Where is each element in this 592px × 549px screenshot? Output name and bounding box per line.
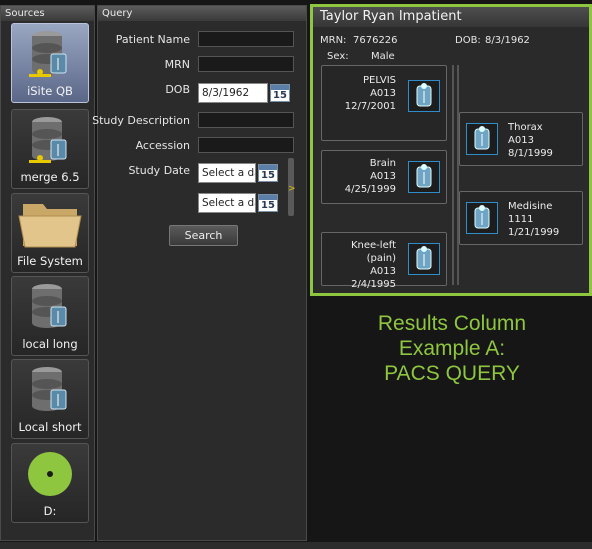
calendar-icon[interactable]: 15 bbox=[270, 84, 290, 102]
study-code: A013 bbox=[370, 171, 396, 182]
database-icon bbox=[29, 117, 67, 163]
dob-label: DOB bbox=[165, 83, 190, 96]
sex-label: Sex: bbox=[327, 51, 349, 62]
query-header: Query bbox=[98, 6, 306, 21]
accession-label: Accession bbox=[135, 139, 190, 152]
study-code: A013 bbox=[508, 135, 534, 146]
study-description-input[interactable] bbox=[198, 112, 294, 128]
study-thumbnail-icon bbox=[408, 243, 440, 275]
dob-value: 8/3/1962 bbox=[485, 35, 530, 46]
patient-name-input[interactable] bbox=[198, 31, 294, 47]
study-description: Medisine bbox=[508, 201, 553, 212]
source-label: Local short bbox=[18, 420, 82, 434]
study-card[interactable]: Brain A013 4/25/1999 bbox=[321, 150, 447, 204]
source-label: local long bbox=[22, 337, 78, 351]
mrn-value: 7676226 bbox=[353, 35, 398, 46]
results-panel: Taylor Ryan Impatient MRN: 7676226 DOB: … bbox=[310, 4, 592, 296]
database-icon bbox=[32, 284, 67, 328]
source-merge[interactable]: merge 6.5 bbox=[11, 109, 89, 189]
source-disc-d[interactable]: D: bbox=[11, 443, 89, 523]
database-icon bbox=[32, 367, 67, 411]
study-card[interactable]: Medisine 1111 1/21/1999 bbox=[459, 191, 583, 245]
study-thumbnail-icon bbox=[466, 123, 498, 155]
study-date: 4/25/1999 bbox=[344, 184, 396, 195]
sources-panel: Sources iSite QB merge 6.5 File System l… bbox=[0, 5, 95, 541]
calendar-icon[interactable]: 15 bbox=[258, 164, 278, 182]
patient-name-label: Patient Name bbox=[115, 33, 190, 46]
mrn-input[interactable] bbox=[198, 56, 294, 72]
database-icon bbox=[29, 31, 67, 77]
study-card[interactable]: Knee-left (pain) A013 2/4/1995 bbox=[321, 232, 447, 290]
dob-input[interactable]: 8/3/1962 bbox=[198, 83, 268, 103]
study-code: 1111 bbox=[508, 214, 534, 225]
mrn-label: MRN: bbox=[320, 35, 347, 46]
study-date: 2/4/1995 bbox=[351, 279, 396, 290]
study-date-label: Study Date bbox=[128, 164, 190, 177]
source-label: File System bbox=[17, 254, 83, 268]
disc-icon bbox=[28, 452, 72, 496]
patient-name-title: Taylor Ryan Impatient bbox=[313, 7, 589, 27]
study-code: A013 bbox=[370, 266, 396, 277]
study-date: 8/1/1999 bbox=[508, 148, 553, 159]
study-description-label: Study Description bbox=[92, 114, 190, 127]
source-label: merge 6.5 bbox=[20, 170, 80, 184]
study-date-from-input[interactable]: Select a date bbox=[198, 163, 256, 183]
mrn-label: MRN bbox=[164, 58, 190, 71]
dob-label: DOB: bbox=[455, 35, 481, 46]
scroll-arrow-icon[interactable]: > bbox=[288, 184, 296, 194]
study-thumbnail-icon bbox=[408, 80, 440, 112]
timeline-line bbox=[452, 65, 454, 285]
caption-line: Example A: bbox=[398, 337, 506, 360]
study-description: PELVIS bbox=[363, 75, 396, 86]
study-card[interactable]: PELVIS A013 12/7/2001 bbox=[321, 65, 447, 141]
study-description: Thorax bbox=[508, 122, 543, 133]
source-label: D: bbox=[43, 504, 57, 518]
search-button[interactable]: Search bbox=[169, 225, 238, 246]
accession-input[interactable] bbox=[198, 137, 294, 153]
timeline-line bbox=[457, 65, 459, 285]
study-description: Knee-left (pain) bbox=[350, 240, 396, 264]
caption: Results Column Example A: PACS QUERY bbox=[316, 311, 588, 386]
source-isite-qb[interactable]: iSite QB bbox=[11, 23, 89, 103]
sex-value: Male bbox=[371, 51, 395, 62]
source-local-short[interactable]: Local short bbox=[11, 359, 89, 439]
bottom-bar bbox=[0, 542, 592, 549]
study-date-to-input[interactable]: Select a date bbox=[198, 193, 256, 213]
calendar-icon[interactable]: 15 bbox=[258, 194, 278, 212]
source-file-system[interactable]: File System bbox=[11, 193, 89, 273]
caption-line: Results Column bbox=[377, 312, 527, 335]
caption-line: PACS QUERY bbox=[384, 362, 520, 385]
study-thumbnail-icon bbox=[408, 161, 440, 193]
source-label: iSite QB bbox=[27, 84, 73, 98]
study-description: Brain bbox=[369, 158, 396, 169]
study-code: A013 bbox=[370, 88, 396, 99]
source-local-long[interactable]: local long bbox=[11, 276, 89, 356]
study-card[interactable]: Thorax A013 8/1/1999 bbox=[459, 112, 583, 166]
study-thumbnail-icon bbox=[466, 202, 498, 234]
study-date: 1/21/1999 bbox=[508, 227, 560, 238]
query-panel: Query Patient Name MRN DOB 8/3/1962 15 S… bbox=[92, 5, 307, 541]
sources-header: Sources bbox=[1, 6, 94, 21]
folder-icon bbox=[18, 204, 82, 248]
study-date: 12/7/2001 bbox=[344, 101, 396, 112]
